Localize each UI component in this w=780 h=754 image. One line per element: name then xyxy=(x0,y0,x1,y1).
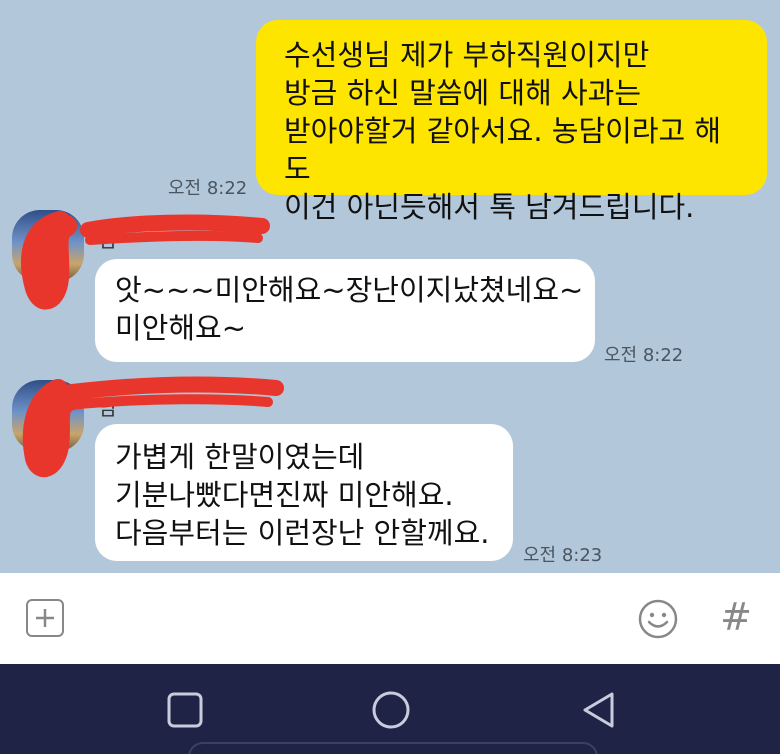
their-message-bubble[interactable]: 가볍게 한말이였는데 기분나빴다면진짜 미안해요. 다음부터는 이런장난 안할께… xyxy=(95,424,513,561)
sender-name: 님 xyxy=(98,396,117,420)
message-time: 오전 8:23 xyxy=(523,545,603,566)
message-time: 오전 8:22 xyxy=(604,345,684,366)
triangle-back-icon[interactable] xyxy=(577,688,621,732)
message-input-bar[interactable]: # xyxy=(0,573,780,664)
system-navigation-bar xyxy=(0,664,780,754)
plus-square-icon[interactable] xyxy=(26,599,64,637)
chat-room[interactable]: 오전 8:22 수선생님 제가 부하직원이지만 방금 하신 말씀에 대해 사과는… xyxy=(0,0,780,573)
chat-screen: 오전 8:22 수선생님 제가 부하직원이지만 방금 하신 말씀에 대해 사과는… xyxy=(0,0,780,754)
gesture-pill xyxy=(188,742,598,754)
square-icon[interactable] xyxy=(163,688,207,732)
smiley-icon[interactable] xyxy=(637,598,679,640)
message-time: 오전 8:22 xyxy=(168,178,248,199)
sender-name: 님 xyxy=(98,228,117,252)
sender-avatar[interactable] xyxy=(12,210,84,282)
their-message-bubble[interactable]: 앗~~~미안해요~장난이지났쳤네요~ 미안해요~ xyxy=(95,259,595,362)
hash-button[interactable]: # xyxy=(716,593,756,641)
my-message-bubble[interactable]: 수선생님 제가 부하직원이지만 방금 하신 말씀에 대해 사과는 받아야할거 같… xyxy=(256,20,767,224)
sender-avatar[interactable] xyxy=(12,380,84,452)
circle-icon[interactable] xyxy=(369,688,413,732)
